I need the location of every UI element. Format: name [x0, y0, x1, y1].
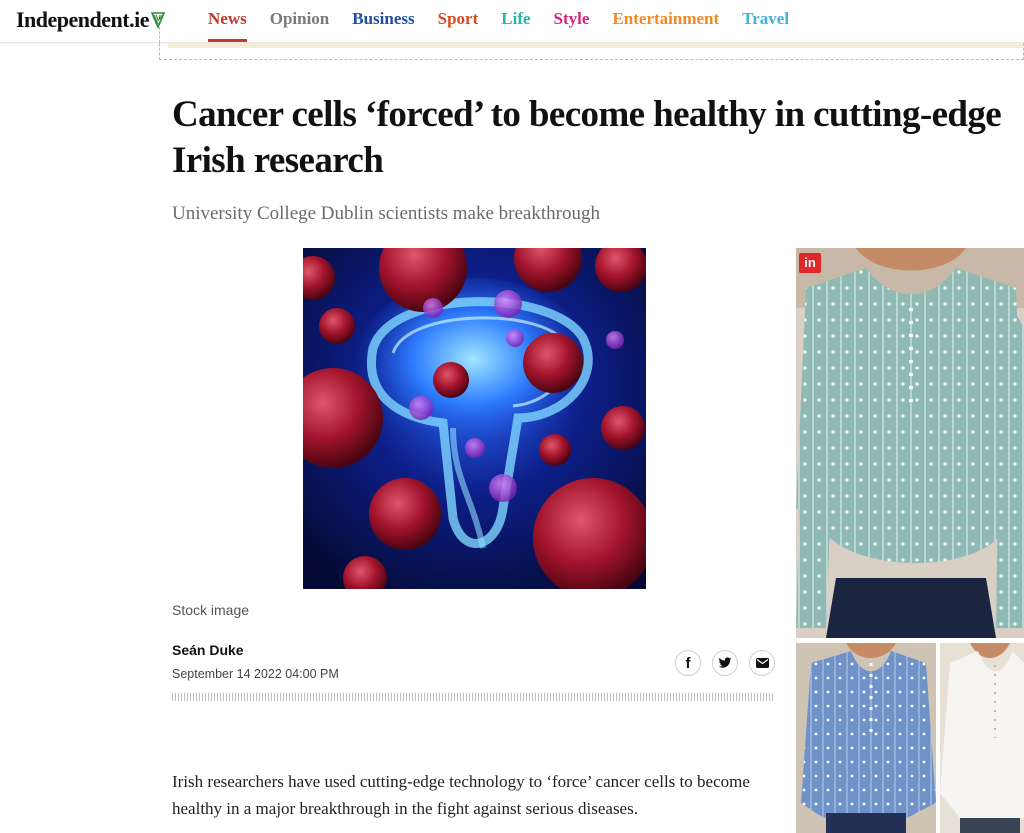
nav-item-entertainment[interactable]: Entertainment [612, 0, 719, 42]
publish-date: September 14 2022 04:00 PM [172, 667, 339, 681]
ad-slot-border [159, 27, 161, 43]
facebook-icon: f [685, 654, 691, 672]
nav-item-opinion[interactable]: Opinion [270, 0, 330, 42]
ad-image-blouse-white[interactable] [940, 643, 1024, 833]
nav-item-travel[interactable]: Travel [742, 0, 789, 42]
image-caption: Stock image [172, 602, 250, 618]
email-icon [755, 658, 769, 668]
email-share-button[interactable] [749, 650, 775, 676]
nav-item-business[interactable]: Business [352, 0, 414, 42]
twitter-icon [718, 657, 732, 668]
article-headline: Cancer cells ‘forced’ to become healthy … [172, 94, 1002, 181]
top-navigation-bar: Independent.ie News Opinion Business Sport L… [0, 0, 1024, 43]
section-nav: News Opinion Business Sport Life Style Enterta… [208, 0, 812, 42]
site-logo[interactable]: Independent.ie [16, 7, 166, 33]
nav-item-news[interactable]: News [208, 0, 247, 42]
byline-divider [172, 693, 774, 701]
ad-image-blouse-blue[interactable] [796, 643, 936, 833]
twitter-share-button[interactable] [712, 650, 738, 676]
facebook-share-button[interactable]: f [675, 650, 701, 676]
nav-item-style[interactable]: Style [554, 0, 590, 42]
author-name[interactable]: Seán Duke [172, 642, 244, 658]
harp-icon [150, 12, 166, 29]
nav-item-life[interactable]: Life [501, 0, 530, 42]
top-ad-slot [159, 43, 1024, 60]
ad-image-blouse-large[interactable] [796, 248, 1024, 638]
article-body-paragraph: Irish researchers have used cutting-edge… [172, 772, 750, 818]
logo-text: Independent.ie [16, 7, 149, 32]
article-standfirst: University College Dublin scientists mak… [172, 203, 600, 224]
article-hero-image[interactable] [303, 248, 646, 589]
nav-item-sport[interactable]: Sport [438, 0, 479, 42]
ad-badge[interactable]: in [799, 253, 821, 273]
